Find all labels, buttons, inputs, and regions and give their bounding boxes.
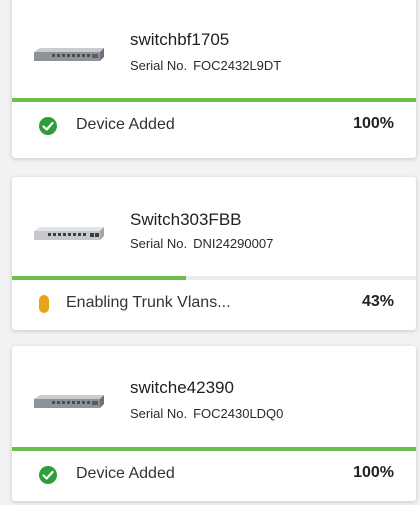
- device-header: Switch303FBB Serial No. DNI24290007: [12, 177, 416, 275]
- status-text: Device Added: [76, 116, 175, 133]
- device-serial: Serial No. FOC2432L9DT: [130, 58, 281, 73]
- serial-label: Serial No.: [130, 406, 188, 421]
- status-row: Device Added 100%: [12, 451, 416, 499]
- progress-percent: 43%: [361, 293, 394, 310]
- check-circle-icon: [39, 117, 57, 135]
- serial-value: DNI24290007: [193, 236, 274, 251]
- status-text: Enabling Trunk Vlans...: [66, 294, 231, 311]
- device-card: switche42390 Serial No. FOC2430LDQ0 Devic…: [12, 346, 416, 501]
- switch-device-image: [34, 227, 104, 240]
- status-text: Device Added: [76, 465, 175, 482]
- serial-value: FOC2430LDQ0: [193, 406, 284, 421]
- serial-label: Serial No.: [130, 58, 188, 73]
- switch-device-image: [34, 395, 104, 408]
- device-name: switchbf1705: [130, 30, 230, 49]
- switch-device-image: [34, 48, 104, 61]
- device-serial: Serial No. FOC2430LDQ0: [130, 406, 283, 421]
- status-row: Device Added 100%: [12, 102, 416, 150]
- progress-percent: 100%: [353, 464, 394, 481]
- device-name: switche42390: [130, 378, 234, 397]
- device-serial: Serial No. DNI24290007: [130, 236, 273, 251]
- device-card: Switch303FBB Serial No. DNI24290007 Enabl…: [12, 177, 416, 330]
- device-header: switche42390 Serial No. FOC2430LDQ0: [12, 346, 416, 446]
- serial-value: FOC2432L9DT: [193, 58, 282, 73]
- status-row: Enabling Trunk Vlans... 43%: [12, 280, 416, 328]
- pending-pill-icon: [39, 295, 49, 313]
- progress-percent: 100%: [353, 115, 394, 132]
- serial-label: Serial No.: [130, 236, 188, 251]
- device-card: switchbf1705 Serial No. FOC2432L9DT Devic…: [12, 0, 416, 158]
- device-name: Switch303FBB: [130, 210, 242, 229]
- device-header: switchbf1705 Serial No. FOC2432L9DT: [12, 0, 416, 98]
- check-circle-icon: [39, 466, 57, 484]
